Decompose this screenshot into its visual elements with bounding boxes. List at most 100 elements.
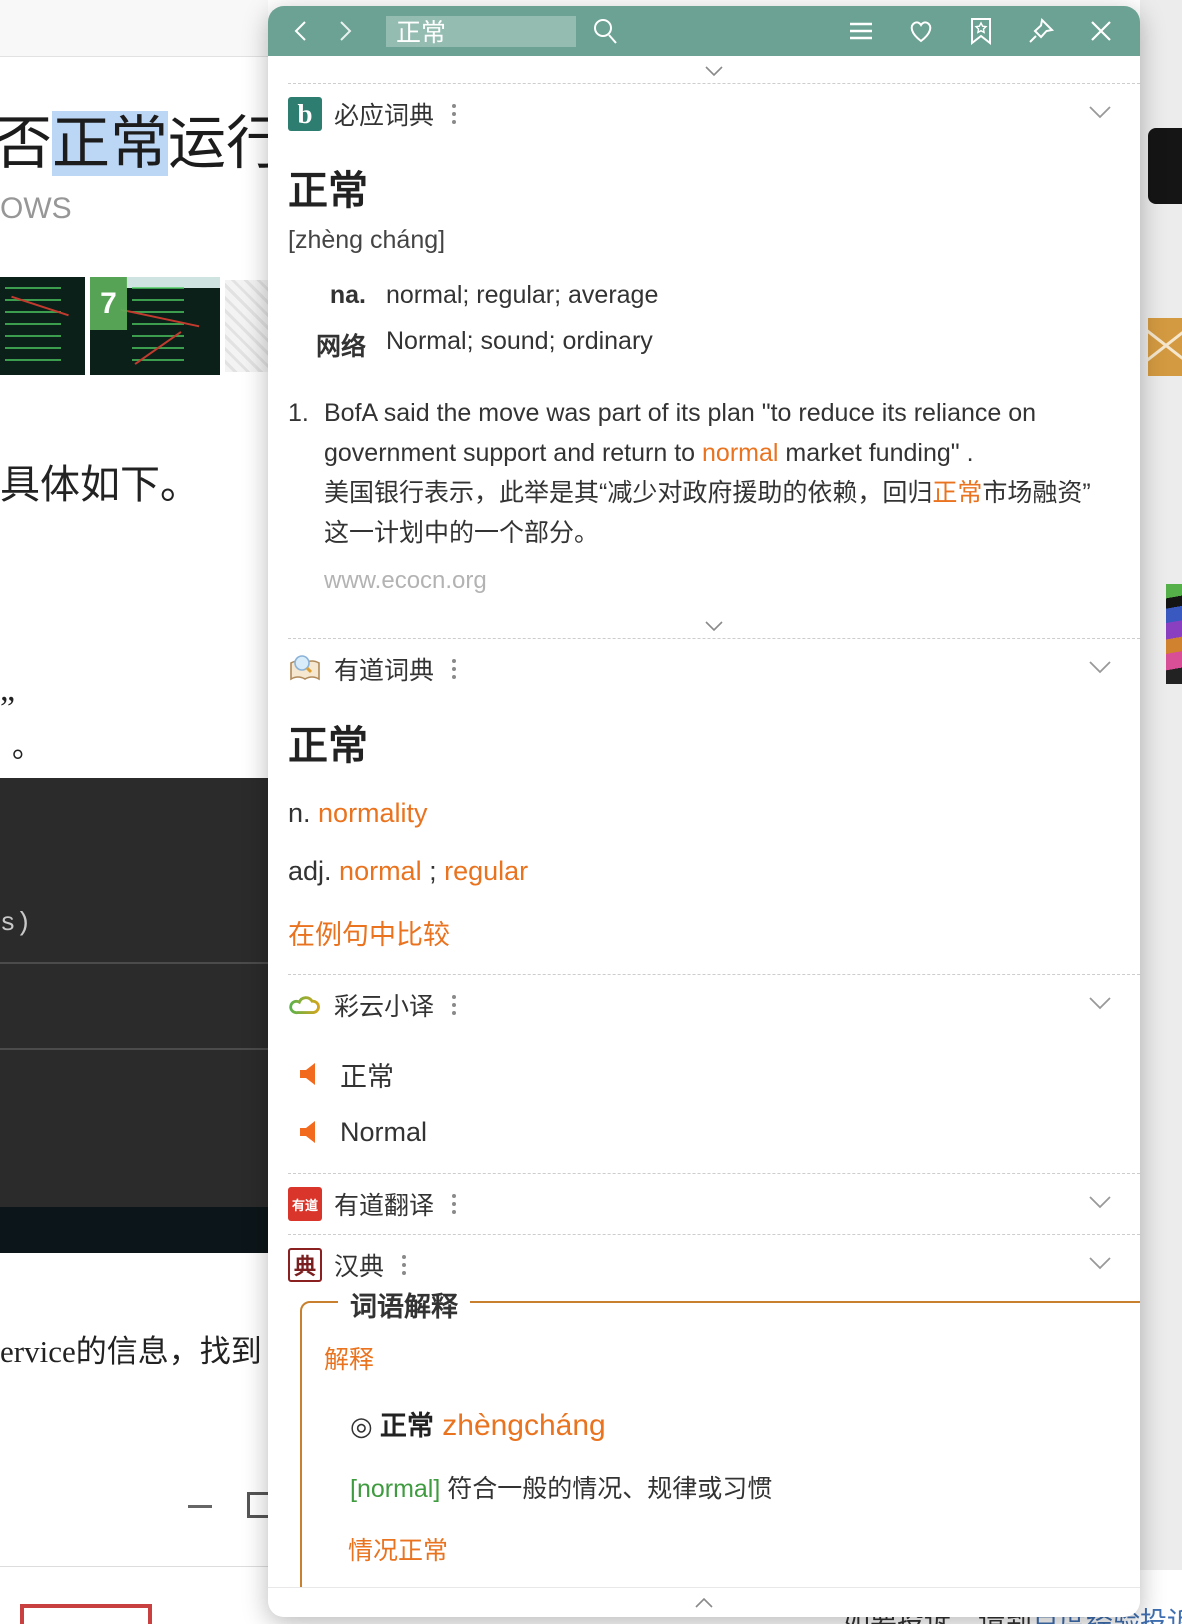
- caiyun-cloud-icon: [288, 988, 322, 1022]
- close-icon[interactable]: [1086, 16, 1116, 46]
- selected-text-highlight: 正常: [52, 111, 168, 176]
- compare-examples-link[interactable]: 在例句中比较: [288, 920, 450, 950]
- example-en-line2: government support and return to normal …: [324, 433, 1091, 473]
- example-text: BofA said the move was part of its plan …: [324, 393, 1091, 553]
- kebab-menu-icon[interactable]: [446, 99, 462, 129]
- menu-icon[interactable]: [846, 16, 876, 46]
- section-header: 彩云小译: [288, 975, 1140, 1035]
- handian-icon: 典: [288, 1248, 322, 1282]
- terminal-text-lines: [132, 287, 184, 367]
- definition-text: normal; regular; average: [386, 281, 658, 310]
- youdao-translate-icon: 有道: [288, 1187, 322, 1221]
- section-label: 有道翻译: [334, 1186, 434, 1222]
- collapse-chevron-icon[interactable]: [1086, 659, 1114, 680]
- speaker-icon[interactable]: [298, 1120, 322, 1144]
- example-zh-line1: 美国银行表示，此举是其“减少对政府援助的依赖，回归正常市场融资”: [324, 473, 1091, 513]
- translation-source-text: 正常: [340, 1055, 394, 1094]
- definition-text: 符合一般的情况、规律或习惯: [440, 1475, 772, 1503]
- adjective-definition-row: adj. normal ; regular: [288, 856, 1140, 887]
- code-divider: [0, 962, 268, 964]
- usage-link[interactable]: 情况正常: [348, 1531, 1132, 1567]
- scroll-down-expander-icon[interactable]: [288, 611, 1140, 638]
- section-handian: 典 汉典 词语解释 解释 ◎ 正常 zhèngcháng [normal] 符合…: [288, 1234, 1140, 1617]
- section-label: 有道词典: [334, 651, 434, 687]
- page-right-edge: [1140, 0, 1182, 1570]
- header-icons: [846, 16, 1116, 46]
- popup-bottom-bar[interactable]: [268, 1587, 1140, 1617]
- headword: 正常: [288, 158, 1140, 216]
- translation-row: Normal: [298, 1113, 1140, 1151]
- definition-row: na. normal; regular; average: [288, 281, 1140, 310]
- orange-widget-sliver: [1148, 318, 1182, 376]
- translation-row: 正常: [298, 1055, 1140, 1093]
- kebab-menu-icon[interactable]: [396, 1250, 412, 1280]
- definition-link[interactable]: normality: [318, 798, 428, 828]
- pin-icon[interactable]: [1026, 16, 1056, 46]
- title-fragment: 否: [0, 111, 52, 176]
- word-explanation-box: 词语解释 解释 ◎ 正常 zhèngcháng [normal] 符合一般的情况…: [300, 1301, 1140, 1617]
- popup-content: b 必应词典 正常 [zhèng cháng] na. normal; regu…: [268, 56, 1140, 1617]
- example-source-url: www.ecocn.org: [324, 567, 1140, 595]
- example-zh-line2: 这一计划中的一个部分。: [324, 513, 1091, 553]
- definition-link[interactable]: regular: [444, 856, 528, 886]
- code-block-footer: [0, 1207, 268, 1253]
- translation-result-text: Normal: [340, 1117, 427, 1148]
- collapse-chevron-icon[interactable]: [1086, 1194, 1114, 1215]
- bookmark-star-icon[interactable]: [966, 16, 996, 46]
- example-zh-highlight: 正常: [932, 479, 982, 507]
- entry-pinyin: zhèngcháng: [434, 1409, 606, 1442]
- page-divider: [0, 1566, 268, 1567]
- collapse-chevron-icon[interactable]: [1086, 995, 1114, 1016]
- scroll-up-chevron-icon: [684, 1594, 724, 1612]
- section-youdao-dictionary: 有道词典 正常 n. normality adj. normal ; regul…: [288, 638, 1140, 952]
- part-of-speech: n.: [288, 798, 318, 828]
- entry-line: ◎ 正常 zhèngcháng: [350, 1404, 1132, 1443]
- page-body-text: ervice的信息，找到: [0, 1326, 262, 1371]
- compare-examples-row: 在例句中比较: [288, 913, 1140, 952]
- example-en-text: market funding" .: [778, 439, 973, 467]
- example-en-text: government support and return to: [324, 439, 702, 467]
- search-input[interactable]: [386, 16, 576, 47]
- definition-link[interactable]: normal: [339, 856, 422, 886]
- screen: 否正常运行 OWS 7 具体如下。 ” 。 s) ervice的信息，找到 如要…: [0, 0, 1182, 1624]
- example-zh-text: 市场融资”: [982, 479, 1090, 507]
- jieshi-link[interactable]: 解释: [324, 1340, 1132, 1376]
- page-body-text: 具体如下。: [0, 452, 200, 510]
- back-icon[interactable]: [286, 16, 316, 46]
- speaker-icon[interactable]: [298, 1062, 322, 1086]
- section-label: 彩云小译: [334, 987, 434, 1023]
- favorite-heart-icon[interactable]: [906, 16, 936, 46]
- collapse-chevron-icon[interactable]: [1086, 104, 1114, 125]
- section-header: b 必应词典: [288, 84, 1140, 144]
- entry-marker: ◎: [350, 1411, 380, 1441]
- section-caiyun-translate: 彩云小译 正常 Normal: [288, 974, 1140, 1151]
- separator: ;: [422, 856, 445, 886]
- code-divider: [0, 1048, 268, 1050]
- example-zh-text: 美国银行表示，此举是其“减少对政府援助的依赖，回归: [324, 479, 932, 507]
- kebab-menu-icon[interactable]: [446, 654, 462, 684]
- hatched-placeholder: [225, 280, 268, 372]
- code-block: s): [0, 778, 268, 1207]
- scroll-up-expander-icon[interactable]: [288, 56, 1140, 83]
- search-icon[interactable]: [590, 16, 620, 46]
- kebab-menu-icon[interactable]: [446, 990, 462, 1020]
- example-en-line1: BofA said the move was part of its plan …: [324, 393, 1091, 433]
- youdao-dict-book-icon: [288, 652, 322, 686]
- page-period-mark: 。: [12, 722, 42, 766]
- title-fragment: 运行: [168, 111, 284, 176]
- definition-text: Normal; sound; ordinary: [386, 327, 653, 363]
- definition-line: [normal] 符合一般的情况、规律或习惯: [350, 1469, 1132, 1505]
- page-title: 否正常运行: [0, 96, 284, 180]
- dark-widget-sliver: [1148, 128, 1182, 204]
- bing-logo-icon: b: [288, 97, 322, 131]
- terminal-thumbnail[interactable]: [0, 277, 85, 375]
- forward-icon[interactable]: [330, 16, 360, 46]
- section-youdao-translate: 有道 有道翻译: [288, 1173, 1140, 1234]
- example-sentence: 1. BofA said the move was part of its pl…: [288, 393, 1140, 553]
- section-header: 有道词典: [288, 639, 1140, 699]
- popup-header: [268, 6, 1140, 56]
- collapse-chevron-icon[interactable]: [1086, 1255, 1114, 1276]
- terminal-thumbnail[interactable]: 7: [90, 277, 220, 375]
- step-badge: 7: [90, 277, 127, 330]
- kebab-menu-icon[interactable]: [446, 1189, 462, 1219]
